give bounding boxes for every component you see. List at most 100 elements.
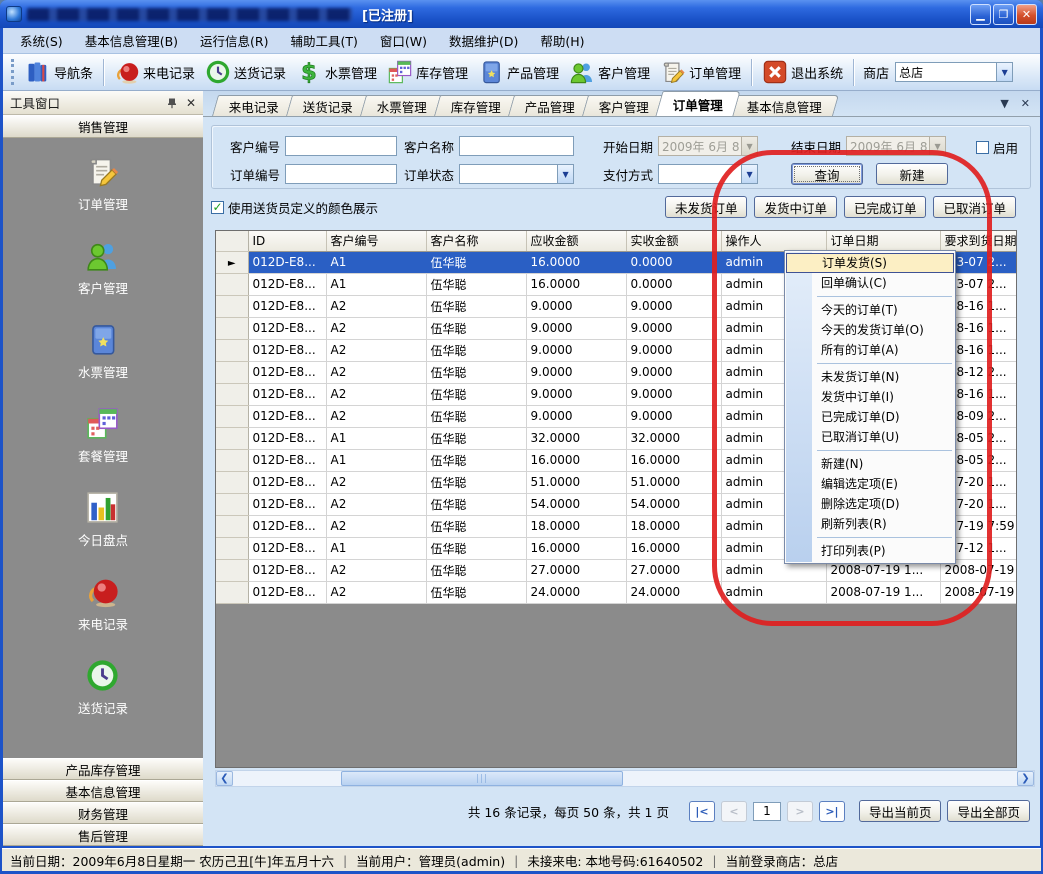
table-row[interactable]: 012D-E8...A2伍华聪24.000024.0000admin2008-0… xyxy=(216,581,1016,603)
enable-checkbox[interactable] xyxy=(976,141,989,154)
chevron-down-icon[interactable]: ▼ xyxy=(741,165,757,183)
horizontal-scrollbar[interactable]: ❮ ||| ❯ xyxy=(215,770,1035,787)
toolbar-button[interactable]: 送货记录 xyxy=(200,57,291,87)
column-header[interactable]: ID xyxy=(248,231,326,251)
menu-item[interactable]: 帮助(H) xyxy=(529,28,595,53)
sidebar-item[interactable]: 订单管理 xyxy=(78,154,128,213)
status-filter-button[interactable]: 发货中订单 xyxy=(754,196,837,218)
menu-item[interactable]: 辅助工具(T) xyxy=(280,28,369,53)
context-menu-item[interactable]: 刷新列表(R) xyxy=(785,514,955,534)
status-filter-button[interactable]: 未发货订单 xyxy=(665,196,748,218)
column-header[interactable]: 实收金额 xyxy=(626,231,721,251)
sidebar-item[interactable]: 客户管理 xyxy=(78,238,128,297)
scroll-left-arrow[interactable]: ❮ xyxy=(216,771,233,786)
toolbar-button[interactable]: 产品管理 xyxy=(473,57,564,87)
context-menu-item[interactable]: 今天的订单(T) xyxy=(785,300,955,320)
first-page-button[interactable]: |< xyxy=(689,801,715,822)
sidebar-group[interactable]: 产品库存管理 xyxy=(3,758,203,780)
color-display-checkbox[interactable]: ✓ xyxy=(211,201,224,214)
chevron-down-icon[interactable]: ▼ xyxy=(996,63,1012,81)
menu-item[interactable]: 数据维护(D) xyxy=(438,28,529,53)
sidebar-group[interactable]: 基本信息管理 xyxy=(3,780,203,802)
row-header-cell[interactable] xyxy=(216,449,248,471)
row-header-cell[interactable] xyxy=(216,317,248,339)
customer-name-input[interactable] xyxy=(459,136,574,156)
context-menu-item[interactable]: 编辑选定项(E) xyxy=(785,474,955,494)
tab[interactable]: 来电记录 xyxy=(212,95,296,116)
customer-no-input[interactable] xyxy=(285,136,397,156)
sidebar-item[interactable]: 今日盘点 xyxy=(78,490,128,549)
row-header-cell[interactable] xyxy=(216,471,248,493)
export-current-page-button[interactable]: 导出当前页 xyxy=(859,800,942,822)
row-header-cell[interactable] xyxy=(216,515,248,537)
status-filter-button[interactable]: 已取消订单 xyxy=(933,196,1016,218)
column-header[interactable]: 操作人 xyxy=(721,231,826,251)
column-header[interactable]: 要求到货日期 xyxy=(940,231,1016,251)
context-menu-item[interactable]: 删除选定项(D) xyxy=(785,494,955,514)
sidebar-group[interactable]: 财务管理 xyxy=(3,802,203,824)
scrollbar-thumb[interactable]: ||| xyxy=(341,771,623,786)
sidebar-group-sales[interactable]: 销售管理 xyxy=(3,115,203,138)
page-number-input[interactable] xyxy=(753,802,781,821)
row-header-cell[interactable] xyxy=(216,537,248,559)
sidebar-item[interactable]: 水票管理 xyxy=(78,322,128,381)
toolbar-button[interactable]: 来电记录 xyxy=(109,57,200,87)
toolbar-button[interactable]: 客户管理 xyxy=(564,57,655,87)
context-menu-item[interactable]: 未发货订单(N) xyxy=(785,367,955,387)
column-header[interactable]: 应收金额 xyxy=(526,231,626,251)
chevron-down-icon[interactable]: ▼ xyxy=(557,165,573,183)
tab[interactable]: 客户管理 xyxy=(582,95,666,116)
toolbar-button[interactable]: 订单管理 xyxy=(655,57,746,87)
new-button[interactable]: 新建 xyxy=(876,163,948,185)
menu-item[interactable]: 基本信息管理(B) xyxy=(74,28,189,53)
context-menu-item[interactable]: 回单确认(C) xyxy=(785,273,955,293)
tab[interactable]: 水票管理 xyxy=(360,95,444,116)
order-no-input[interactable] xyxy=(285,164,397,184)
toolbar-button[interactable]: 退出系统 xyxy=(757,57,848,87)
shop-select[interactable]: 总店 ▼ xyxy=(895,62,1013,82)
close-icon[interactable]: ✕ xyxy=(1021,97,1030,110)
toolbar-button[interactable]: $水票管理 xyxy=(291,57,382,87)
scroll-right-arrow[interactable]: ❯ xyxy=(1017,771,1034,786)
row-header-cell[interactable] xyxy=(216,581,248,603)
row-header-cell[interactable] xyxy=(216,339,248,361)
pay-method-select[interactable]: ▼ xyxy=(658,164,758,184)
query-button[interactable]: 查询 xyxy=(791,163,863,185)
menu-item[interactable]: 运行信息(R) xyxy=(189,28,279,53)
context-menu-item[interactable]: 打印列表(P) xyxy=(785,541,955,561)
toolbar-grip[interactable] xyxy=(11,59,16,85)
scrollbar-track[interactable]: ||| xyxy=(233,771,1017,786)
tab[interactable]: 产品管理 xyxy=(508,95,592,116)
row-header-cell[interactable] xyxy=(216,273,248,295)
sidebar-item[interactable]: 来电记录 xyxy=(78,574,128,633)
column-header[interactable]: 客户编号 xyxy=(326,231,426,251)
order-status-select[interactable]: ▼ xyxy=(459,164,574,184)
chevron-down-icon[interactable]: ▼ xyxy=(1000,97,1008,110)
context-menu-item[interactable]: 发货中订单(I) xyxy=(785,387,955,407)
row-header-cell[interactable]: ► xyxy=(216,251,248,273)
context-menu-item[interactable]: 所有的订单(A) xyxy=(785,340,955,360)
row-header-cell[interactable] xyxy=(216,559,248,581)
tab[interactable]: 订单管理 xyxy=(656,91,741,116)
end-date-picker[interactable]: 2009年 6月 8日 ▼ xyxy=(846,136,946,156)
tab[interactable]: 基本信息管理 xyxy=(730,95,839,116)
sidebar-item[interactable]: 送货记录 xyxy=(78,658,128,717)
row-header-cell[interactable] xyxy=(216,427,248,449)
toolbar-button[interactable]: 库存管理 xyxy=(382,57,473,87)
row-header-cell[interactable] xyxy=(216,493,248,515)
maximize-button[interactable]: ❐ xyxy=(993,4,1014,25)
prev-page-button[interactable]: < xyxy=(721,801,747,822)
menu-item[interactable]: 系统(S) xyxy=(9,28,74,53)
sidebar-group[interactable]: 售后管理 xyxy=(3,824,203,846)
close-icon[interactable]: ✕ xyxy=(186,96,196,110)
row-header-cell[interactable] xyxy=(216,361,248,383)
last-page-button[interactable]: >| xyxy=(819,801,845,822)
menu-item[interactable]: 窗口(W) xyxy=(369,28,438,53)
row-header-cell[interactable] xyxy=(216,295,248,317)
column-header[interactable]: 客户名称 xyxy=(426,231,526,251)
row-header-cell[interactable] xyxy=(216,383,248,405)
pin-icon[interactable] xyxy=(166,97,178,109)
context-menu-item[interactable]: 已取消订单(U) xyxy=(785,427,955,447)
sidebar-item[interactable]: 套餐管理 xyxy=(78,406,128,465)
context-menu-item[interactable]: 订单发货(S) xyxy=(786,253,954,273)
